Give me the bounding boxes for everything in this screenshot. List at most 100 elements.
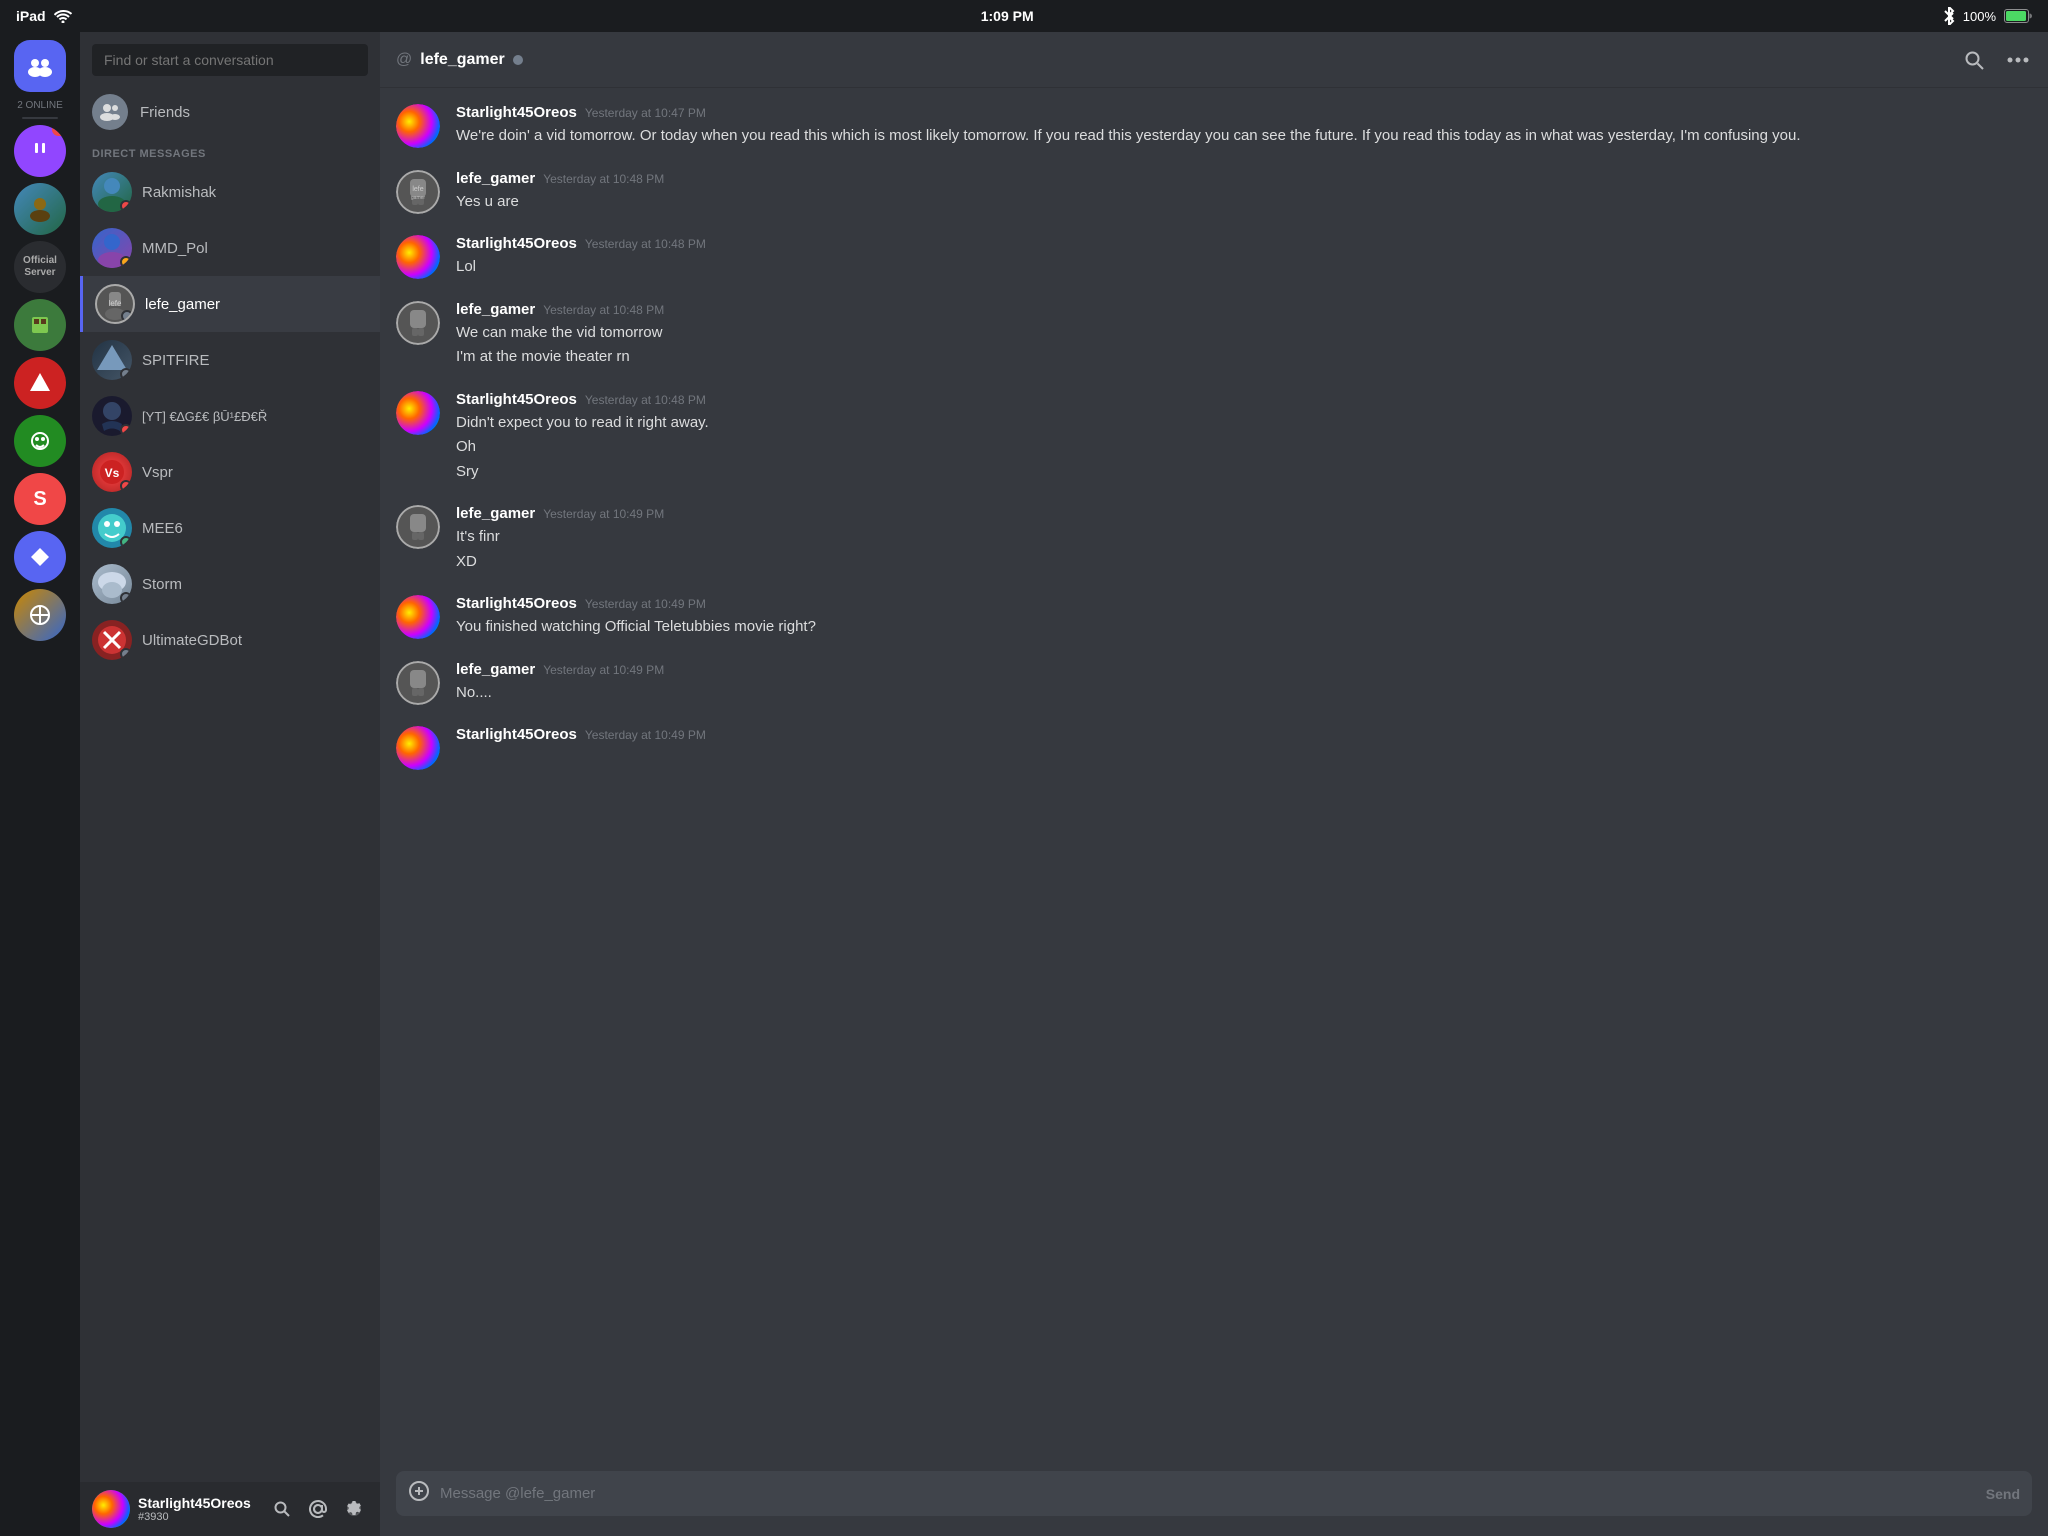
- chat-area: @ lefe_gamer: [380, 32, 2048, 1536]
- message-avatar-starlight: [396, 104, 440, 148]
- dm-avatar-spitfire: [92, 340, 132, 380]
- dm-name-ugdbot: UltimateGDBot: [142, 632, 242, 649]
- status-dot-lefe: [121, 310, 133, 322]
- chat-input-wrapper: Send: [396, 1471, 2032, 1516]
- server-sidebar: 2 ONLINE 5 Official Server: [0, 32, 80, 1536]
- message-author: Starlight45Oreos: [456, 391, 577, 408]
- message-text: We're doin' a vid tomorrow. Or today whe…: [456, 125, 2032, 148]
- chat-search-button[interactable]: [1960, 46, 1988, 74]
- server-icon-blue[interactable]: [14, 531, 66, 583]
- server-icon-minecraft[interactable]: [14, 299, 66, 351]
- user-mention-button[interactable]: [304, 1495, 332, 1523]
- svg-text:Vs: Vs: [105, 466, 120, 480]
- dm-list: Rakmishak MMD_Pol: [80, 164, 380, 1482]
- dm-section-label: DIRECT MESSAGES: [80, 140, 380, 164]
- dm-avatar-ugdbot: [92, 620, 132, 660]
- dm-server-icon[interactable]: [14, 40, 66, 92]
- attachment-button[interactable]: [408, 1480, 430, 1508]
- server-icon-twitch[interactable]: 5: [14, 125, 66, 177]
- message-avatar-lefe: [396, 505, 440, 549]
- status-dot-mmd: [120, 256, 132, 268]
- dm-item-rakmishak[interactable]: Rakmishak: [80, 164, 380, 220]
- message-content: lefe_gamer Yesterday at 10:48 PM We can …: [456, 301, 2032, 371]
- send-button[interactable]: Send: [1986, 1486, 2020, 1502]
- dm-name-mmd: MMD_Pol: [142, 240, 208, 257]
- dm-item-mee6[interactable]: MEE6: [80, 500, 380, 556]
- dm-name-spitfire: SPITFIRE: [142, 352, 210, 369]
- dm-item-spitfire[interactable]: SPITFIRE: [80, 332, 380, 388]
- user-search-button[interactable]: [268, 1495, 296, 1523]
- dm-name-storm: Storm: [142, 576, 182, 593]
- message-content: lefe_gamer Yesterday at 10:49 PM It's fi…: [456, 505, 2032, 575]
- dm-item-eagle[interactable]: [YT] €∆G£€ βŪ¹£Ð€Ř: [80, 388, 380, 444]
- message-author: lefe_gamer: [456, 301, 535, 318]
- svg-text:gamer: gamer: [411, 195, 426, 201]
- message-text: Yes u are: [456, 191, 2032, 214]
- status-left: iPad: [16, 8, 72, 24]
- dm-item-mmd[interactable]: MMD_Pol: [80, 220, 380, 276]
- server-icon-red[interactable]: [14, 357, 66, 409]
- search-input[interactable]: [92, 44, 368, 76]
- message-timestamp: Yesterday at 10:49 PM: [543, 663, 664, 677]
- server-divider: [22, 117, 58, 119]
- message-timestamp: Yesterday at 10:49 PM: [585, 728, 706, 742]
- server-icon-official[interactable]: Official Server: [14, 241, 66, 293]
- chat-header-left: @ lefe_gamer: [396, 51, 523, 69]
- status-dot-mee6: [120, 536, 132, 548]
- message-header: Starlight45Oreos Yesterday at 10:49 PM: [456, 726, 2032, 743]
- dm-name-vspr: Vspr: [142, 464, 173, 481]
- message-header: Starlight45Oreos Yesterday at 10:48 PM: [456, 235, 2032, 252]
- status-dot-ugdbot: [120, 648, 132, 660]
- message-timestamp: Yesterday at 10:47 PM: [585, 106, 706, 120]
- dm-item-storm[interactable]: Storm: [80, 556, 380, 612]
- message-author: lefe_gamer: [456, 661, 535, 678]
- message-text: Lol: [456, 256, 2032, 279]
- message-header: Starlight45Oreos Yesterday at 10:49 PM: [456, 595, 2032, 612]
- message-group: Starlight45Oreos Yesterday at 10:47 PM W…: [396, 104, 2032, 150]
- message-timestamp: Yesterday at 10:49 PM: [543, 507, 664, 521]
- status-dot-rakmishak: [120, 200, 132, 212]
- user-bar: Starlight45Oreos #3930: [80, 1482, 380, 1536]
- chat-input[interactable]: [440, 1471, 1976, 1516]
- status-dot-vspr: [120, 480, 132, 492]
- message-content: Starlight45Oreos Yesterday at 10:48 PM D…: [456, 391, 2032, 486]
- user-settings-button[interactable]: [340, 1495, 368, 1523]
- message-timestamp: Yesterday at 10:48 PM: [585, 393, 706, 407]
- bluetooth-icon: [1943, 7, 1955, 25]
- user-bar-info: Starlight45Oreos #3930: [138, 1495, 260, 1523]
- message-author: lefe_gamer: [456, 170, 535, 187]
- message-content: lefe_gamer Yesterday at 10:49 PM No....: [456, 661, 2032, 707]
- dm-item-ugdbot[interactable]: UltimateGDBot: [80, 612, 380, 668]
- server-icon-bottom[interactable]: [14, 589, 66, 641]
- server-badge-twitch: 5: [52, 125, 66, 136]
- chat-more-button[interactable]: [2004, 46, 2032, 74]
- battery-icon: [2004, 9, 2032, 23]
- message-author: Starlight45Oreos: [456, 235, 577, 252]
- chat-input-area: Send: [380, 1459, 2048, 1536]
- message-avatar-starlight: [396, 726, 440, 770]
- server-icon-scary[interactable]: [14, 415, 66, 467]
- message-avatar-lefe: [396, 661, 440, 705]
- dm-avatar-lefe: lefe: [95, 284, 135, 324]
- dm-sidebar: Friends DIRECT MESSAGES Rakmishak: [80, 32, 380, 1536]
- server-icon-s[interactable]: S: [14, 473, 66, 525]
- svg-text:lefe: lefe: [412, 186, 423, 193]
- dm-name-rakmishak: Rakmishak: [142, 184, 216, 201]
- chat-messages[interactable]: Starlight45Oreos Yesterday at 10:47 PM W…: [380, 88, 2048, 1459]
- dm-item-lefe[interactable]: lefe lefe_gamer: [80, 276, 380, 332]
- message-timestamp: Yesterday at 10:48 PM: [543, 172, 664, 186]
- message-header: Starlight45Oreos Yesterday at 10:48 PM: [456, 391, 2032, 408]
- dm-item-vspr[interactable]: Vs Vspr: [80, 444, 380, 500]
- message-text: It's finr XD: [456, 526, 2032, 573]
- chat-header-icons: [1960, 46, 2032, 74]
- battery-percent: 100%: [1963, 9, 1996, 24]
- dm-avatar-storm: [92, 564, 132, 604]
- status-dot-storm: [120, 592, 132, 604]
- message-author: Starlight45Oreos: [456, 595, 577, 612]
- friends-item[interactable]: Friends: [80, 84, 380, 140]
- dm-name-mee6: MEE6: [142, 520, 183, 537]
- message-header: lefe_gamer Yesterday at 10:49 PM: [456, 661, 2032, 678]
- dm-avatar-eagle: [92, 396, 132, 436]
- message-header: lefe_gamer Yesterday at 10:48 PM: [456, 301, 2032, 318]
- server-icon-brown[interactable]: [14, 183, 66, 235]
